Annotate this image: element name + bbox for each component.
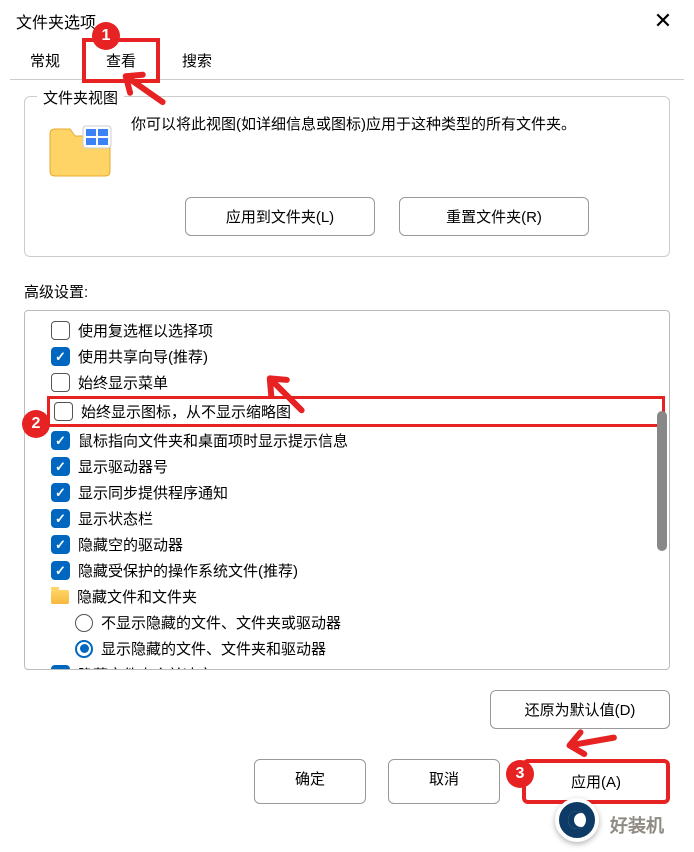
annotation-marker-3: 3 [506,760,534,788]
checkbox-icon[interactable] [51,509,70,528]
annotation-marker-1: 1 [92,22,120,50]
item-label: 使用共享向导(推荐) [78,346,208,367]
item-label: 隐藏文件和文件夹 [77,586,197,607]
checkbox-icon[interactable] [51,347,70,366]
list-item[interactable]: 不显示隐藏的文件、文件夹或驱动器 [71,610,665,635]
folder-icon [45,121,115,181]
item-label: 鼠标指向文件夹和桌面项时显示提示信息 [78,430,348,451]
reset-folders-button[interactable]: 重置文件夹(R) [399,197,589,236]
checkbox-icon[interactable] [54,402,73,421]
close-icon[interactable]: ✕ [648,8,678,34]
tab-general[interactable]: 常规 [10,42,80,79]
item-label: 显示隐藏的文件、文件夹和驱动器 [101,638,326,659]
advanced-settings-list[interactable]: 使用复选框以选择项 使用共享向导(推荐) 始终显示菜单 始终显示图标，从不显示缩… [24,310,670,670]
checkbox-icon[interactable] [51,457,70,476]
item-label: 显示驱动器号 [78,456,168,477]
advanced-settings-label: 高级设置: [24,281,670,302]
scrollbar[interactable] [657,411,667,551]
list-item[interactable]: 始终显示菜单 [47,370,665,395]
list-item-folder[interactable]: 隐藏文件和文件夹 [47,584,665,609]
dialog-title: 文件夹选项 [16,9,96,33]
list-item[interactable]: 隐藏受保护的操作系统文件(推荐) [47,558,665,583]
folder-mini-icon [51,590,69,604]
ok-button[interactable]: 确定 [254,759,366,804]
annotation-arrow-icon [548,698,630,782]
checkbox-icon[interactable] [51,483,70,502]
list-item[interactable]: 使用共享向导(推荐) [47,344,665,369]
annotation-marker-2: 2 [22,410,50,438]
item-label: 显示同步提供程序通知 [78,482,228,503]
apply-to-folders-button[interactable]: 应用到文件夹(L) [185,197,375,236]
checkbox-icon[interactable] [51,561,70,580]
checkbox-icon[interactable] [51,665,70,670]
item-label: 隐藏受保护的操作系统文件(推荐) [78,560,298,581]
list-item[interactable]: 使用复选框以选择项 [47,318,665,343]
list-item-highlighted[interactable]: 始终显示图标，从不显示缩略图 [47,396,665,427]
checkbox-icon[interactable] [51,321,70,340]
list-item[interactable]: 隐藏空的驱动器 [47,532,665,557]
list-item[interactable]: 显示状态栏 [47,506,665,531]
item-label: 显示状态栏 [78,508,153,529]
list-item[interactable]: 隐藏文件夹合并冲突 [47,662,665,670]
folder-views-desc: 你可以将此视图(如详细信息或图标)应用于这种类型的所有文件夹。 [131,113,649,181]
checkbox-icon[interactable] [51,373,70,392]
item-label: 隐藏空的驱动器 [78,534,183,555]
item-label: 隐藏文件夹合并冲突 [78,664,213,670]
item-label: 不显示隐藏的文件、文件夹或驱动器 [101,612,341,633]
eye-badge-icon [555,798,599,842]
radio-icon[interactable] [75,640,93,658]
cancel-button[interactable]: 取消 [388,759,500,804]
item-label: 始终显示菜单 [78,372,168,393]
list-item[interactable]: 显示隐藏的文件、文件夹和驱动器 [71,636,665,661]
list-item[interactable]: 鼠标指向文件夹和桌面项时显示提示信息 [47,428,665,453]
radio-icon[interactable] [75,614,93,632]
folder-views-group: 文件夹视图 你可以将此视图(如详细信息或图标)应用于这种类型的所有文件夹。 应用… [24,96,670,257]
checkbox-icon[interactable] [51,535,70,554]
item-label: 使用复选框以选择项 [78,320,213,341]
checkbox-icon[interactable] [51,431,70,450]
list-item[interactable]: 显示同步提供程序通知 [47,480,665,505]
watermark: 好装机 [610,812,664,838]
list-item[interactable]: 显示驱动器号 [47,454,665,479]
